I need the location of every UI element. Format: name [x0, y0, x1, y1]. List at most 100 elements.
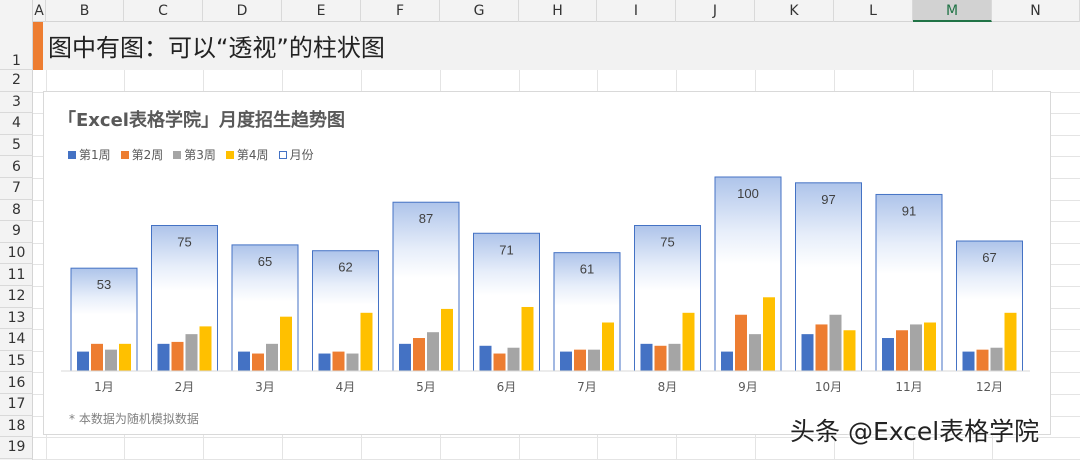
legend-label: 第3周 [184, 148, 216, 162]
week-bar [91, 343, 103, 371]
week-bar [252, 353, 264, 371]
row-header-2[interactable]: 2 [0, 70, 33, 92]
legend-label: 第1周 [79, 148, 111, 162]
column-header-A[interactable]: A [33, 0, 46, 22]
legend-swatch [68, 150, 76, 159]
month-total-label: 71 [499, 242, 513, 257]
week-bar [976, 349, 989, 371]
x-tick-label: 5月 [416, 380, 436, 394]
row-header-9[interactable]: 9 [0, 221, 33, 243]
x-tick-label: 3月 [255, 380, 275, 394]
week-bar [199, 326, 212, 371]
week-bar [815, 324, 828, 371]
month-total-label: 53 [97, 277, 111, 292]
row-header-12[interactable]: 12 [0, 286, 33, 308]
row-header-4[interactable]: 4 [0, 113, 33, 135]
week-bar [910, 324, 922, 371]
month-total-label: 100 [737, 186, 759, 201]
week-bar [640, 343, 653, 371]
column-header-E[interactable]: E [282, 0, 361, 22]
month-total-label: 65 [258, 254, 272, 269]
row-header-18[interactable]: 18 [0, 416, 33, 438]
row-header-15[interactable]: 15 [0, 351, 33, 373]
week-bar [829, 314, 842, 371]
week-bar [157, 343, 170, 371]
month-total-label: 75 [660, 235, 674, 250]
week-bar [479, 345, 492, 371]
week-bar [521, 306, 534, 371]
week-bar [105, 349, 117, 371]
column-header-F[interactable]: F [361, 0, 440, 22]
week-bar [574, 349, 586, 371]
chart-footnote: * 本数据为随机模拟数据 [69, 412, 199, 426]
x-tick-label: 2月 [175, 380, 195, 394]
column-header-D[interactable]: D [203, 0, 282, 22]
row-header-1[interactable]: 1 [0, 22, 33, 70]
column-header-L[interactable]: L [834, 0, 913, 22]
week-bar [119, 343, 131, 371]
chart-title: 「Excel表格学院」月度招生趋势图 [58, 110, 345, 131]
select-all-corner[interactable] [0, 0, 33, 22]
row-header-17[interactable]: 17 [0, 394, 33, 416]
week-bar [507, 347, 520, 371]
week-bar [332, 351, 345, 371]
legend-item: 第1周 [68, 146, 111, 163]
row-header-6[interactable]: 6 [0, 156, 33, 178]
week-bar [801, 334, 814, 371]
column-header-N[interactable]: N [992, 0, 1080, 22]
week-bar [493, 353, 506, 371]
week-bar [1004, 312, 1017, 371]
column-header-B[interactable]: B [46, 0, 124, 22]
chart[interactable]: 53 1月 75 2月 65 3月 62 4月 87 5月 71 6月 61 7月 75 8月 100 9月 97 1… [43, 91, 1051, 435]
week-bar [441, 308, 453, 371]
row-header-14[interactable]: 14 [0, 329, 33, 351]
week-bar [399, 343, 411, 371]
sheet-title: 图中有图：可以“透视”的柱状图 [48, 34, 385, 62]
legend-label: 第4周 [236, 148, 269, 162]
month-total-label: 61 [580, 262, 594, 277]
week-bar [843, 330, 856, 371]
month-total-label: 75 [177, 235, 191, 250]
x-tick-label: 10月 [815, 380, 842, 394]
column-header-I[interactable]: I [597, 0, 676, 22]
spreadsheet: ABCDEFGHIJKLMN 1 2 3 4 5 6 7 8 9 10 11 12 13 14 15 16 17… [0, 0, 1080, 460]
row-header-5[interactable]: 5 [0, 135, 33, 157]
week-bar [185, 334, 198, 371]
row-header-13[interactable]: 13 [0, 308, 33, 330]
week-bar [735, 314, 747, 371]
week-bar [77, 351, 89, 371]
week-bar [266, 343, 278, 371]
row-header-10[interactable]: 10 [0, 243, 33, 265]
row-header-19[interactable]: 19 [0, 437, 33, 459]
legend-item: 第4周 [225, 146, 269, 163]
week-bar [654, 345, 667, 371]
legend-label: 第2周 [131, 148, 164, 162]
month-total-label: 67 [982, 250, 996, 265]
column-header-C[interactable]: C [124, 0, 203, 22]
legend-item: 第2周 [120, 146, 164, 163]
row-header-3[interactable]: 3 [0, 92, 33, 114]
week-bar [360, 312, 373, 371]
row-header-7[interactable]: 7 [0, 178, 33, 200]
legend-swatch [173, 150, 182, 159]
x-tick-label: 11月 [895, 380, 922, 394]
column-header-M[interactable]: M [913, 0, 992, 22]
x-tick-label: 7月 [577, 380, 597, 394]
column-header-K[interactable]: K [755, 0, 834, 22]
legend-swatch [120, 150, 129, 159]
row-header-16[interactable]: 16 [0, 372, 33, 394]
row-header-11[interactable]: 11 [0, 264, 33, 286]
column-header-G[interactable]: G [440, 0, 519, 22]
week-bar [280, 316, 292, 371]
x-tick-label: 1月 [94, 380, 114, 394]
column-header-H[interactable]: H [519, 0, 597, 22]
week-bar [668, 343, 681, 371]
chart-legend: 第1周 第2周 第3周 第4周 月份 [68, 146, 314, 163]
month-total-label: 97 [821, 192, 835, 207]
week-bar [749, 334, 761, 371]
row-header-8[interactable]: 8 [0, 200, 33, 222]
column-header-J[interactable]: J [676, 0, 755, 22]
legend-swatch [225, 150, 234, 159]
week-bar [882, 338, 894, 371]
week-bar [721, 351, 733, 371]
